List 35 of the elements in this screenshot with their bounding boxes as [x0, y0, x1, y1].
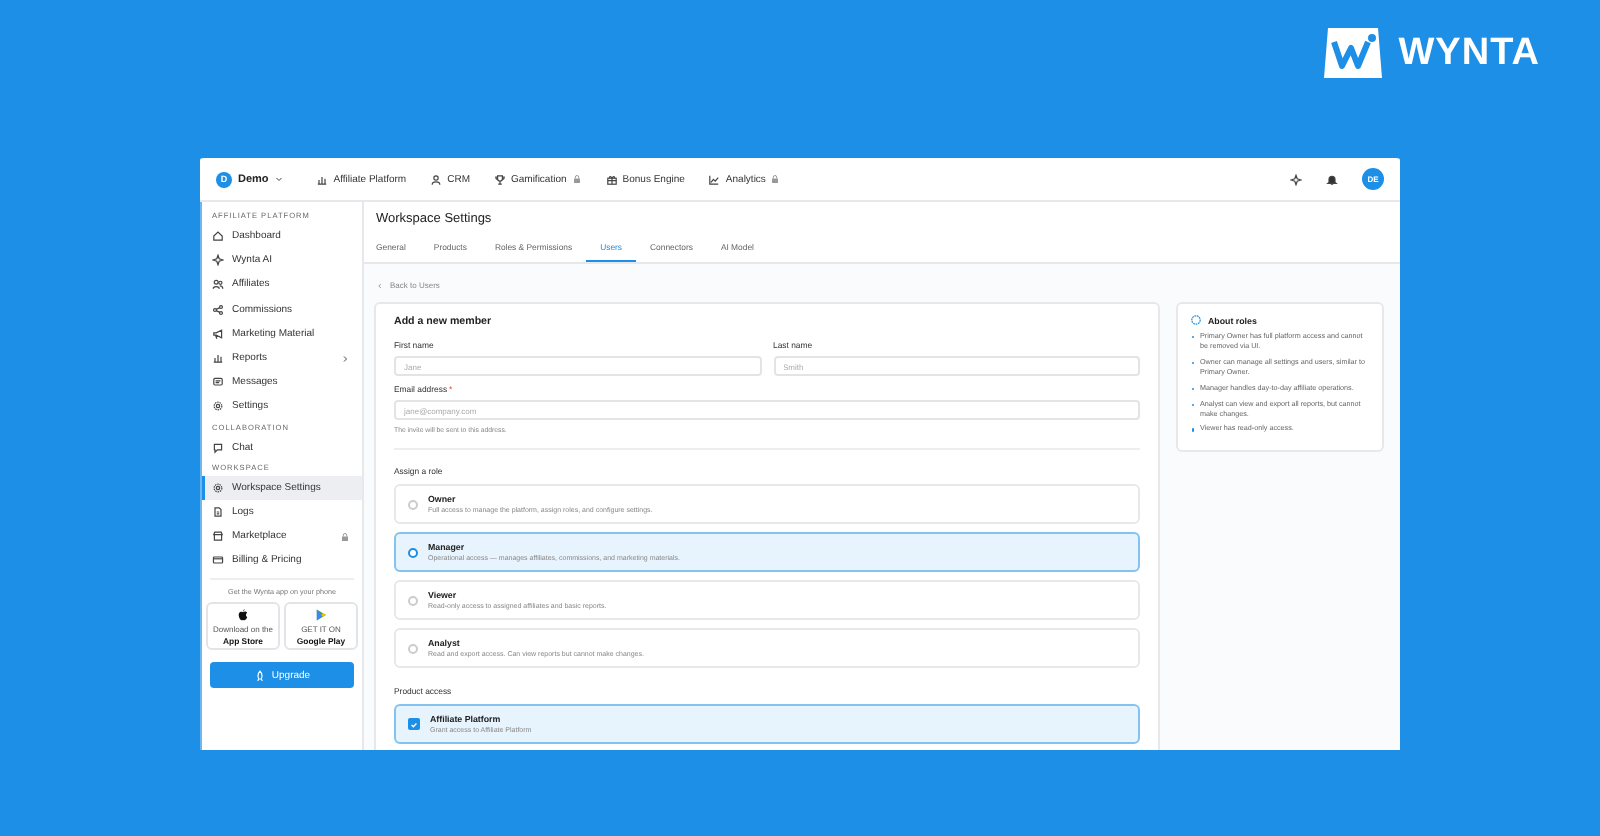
store-icon	[212, 530, 224, 543]
lock-icon	[571, 174, 582, 184]
line-chart-icon	[708, 173, 721, 185]
credit-card-icon	[212, 554, 224, 567]
chevron-right-icon	[340, 353, 350, 364]
logo-icon	[1320, 23, 1387, 83]
trophy-icon	[493, 173, 506, 185]
chevron-down-icon	[274, 174, 285, 184]
bell-icon[interactable]	[1326, 173, 1338, 185]
sparkle-icon	[212, 254, 224, 267]
gift-icon	[605, 173, 618, 185]
people-icon	[212, 278, 224, 291]
play-icon	[314, 607, 328, 622]
radio-button[interactable]	[408, 499, 418, 509]
message-icon	[212, 376, 224, 389]
megaphone-icon	[212, 327, 224, 340]
bar-chart-icon	[316, 173, 329, 185]
rocket-icon	[253, 669, 266, 682]
bar-chart-icon	[212, 352, 224, 365]
lock-icon	[770, 174, 781, 184]
lock-icon	[340, 531, 350, 542]
gear-icon	[212, 481, 224, 494]
checkbox[interactable]	[408, 718, 420, 730]
radio-button[interactable]	[408, 643, 418, 653]
chat-icon	[212, 441, 224, 454]
share-icon	[212, 303, 224, 316]
home-icon	[212, 230, 224, 243]
radio-button[interactable]	[408, 547, 418, 557]
brand-name: WYNTA	[1398, 31, 1540, 75]
radio-button[interactable]	[408, 595, 418, 605]
document-icon	[212, 505, 224, 518]
apple-icon	[236, 607, 250, 622]
gear-icon	[212, 400, 224, 413]
person-icon	[430, 173, 443, 185]
sparkle-icon[interactable]	[1290, 173, 1302, 185]
